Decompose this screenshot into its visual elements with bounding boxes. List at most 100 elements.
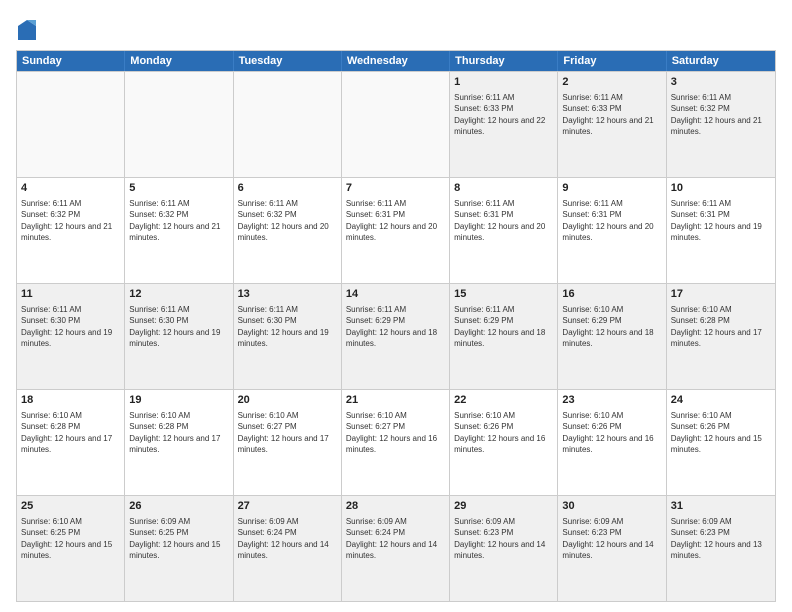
day-number: 23 <box>562 393 661 408</box>
header-tuesday: Tuesday <box>234 51 342 71</box>
day-number: 10 <box>671 181 771 196</box>
day-number: 15 <box>454 287 553 302</box>
cell-info: Sunrise: 6:10 AMSunset: 6:26 PMDaylight:… <box>671 411 762 454</box>
day-number: 1 <box>454 75 553 90</box>
day-number: 28 <box>346 499 445 514</box>
day-number: 21 <box>346 393 445 408</box>
calendar-header: Sunday Monday Tuesday Wednesday Thursday… <box>17 51 775 71</box>
cal-cell-1-4: 8 Sunrise: 6:11 AMSunset: 6:31 PMDayligh… <box>450 178 558 283</box>
day-number: 20 <box>238 393 337 408</box>
cell-info: Sunrise: 6:10 AMSunset: 6:28 PMDaylight:… <box>129 411 220 454</box>
cal-cell-2-0: 11 Sunrise: 6:11 AMSunset: 6:30 PMDaylig… <box>17 284 125 389</box>
cal-cell-1-3: 7 Sunrise: 6:11 AMSunset: 6:31 PMDayligh… <box>342 178 450 283</box>
cell-info: Sunrise: 6:09 AMSunset: 6:23 PMDaylight:… <box>454 517 545 560</box>
cal-cell-0-1 <box>125 72 233 177</box>
cal-cell-4-0: 25 Sunrise: 6:10 AMSunset: 6:25 PMDaylig… <box>17 496 125 601</box>
cal-cell-2-1: 12 Sunrise: 6:11 AMSunset: 6:30 PMDaylig… <box>125 284 233 389</box>
cell-info: Sunrise: 6:10 AMSunset: 6:25 PMDaylight:… <box>21 517 112 560</box>
cell-info: Sunrise: 6:11 AMSunset: 6:32 PMDaylight:… <box>129 199 220 242</box>
cell-info: Sunrise: 6:10 AMSunset: 6:27 PMDaylight:… <box>346 411 437 454</box>
header-wednesday: Wednesday <box>342 51 450 71</box>
day-number: 13 <box>238 287 337 302</box>
cal-cell-3-2: 20 Sunrise: 6:10 AMSunset: 6:27 PMDaylig… <box>234 390 342 495</box>
cal-cell-4-4: 29 Sunrise: 6:09 AMSunset: 6:23 PMDaylig… <box>450 496 558 601</box>
cell-info: Sunrise: 6:11 AMSunset: 6:30 PMDaylight:… <box>238 305 329 348</box>
cal-cell-3-5: 23 Sunrise: 6:10 AMSunset: 6:26 PMDaylig… <box>558 390 666 495</box>
day-number: 27 <box>238 499 337 514</box>
logo <box>16 20 36 40</box>
header-saturday: Saturday <box>667 51 775 71</box>
day-number: 17 <box>671 287 771 302</box>
day-number: 9 <box>562 181 661 196</box>
week-row-0: 1 Sunrise: 6:11 AMSunset: 6:33 PMDayligh… <box>17 71 775 177</box>
header-monday: Monday <box>125 51 233 71</box>
cell-info: Sunrise: 6:09 AMSunset: 6:24 PMDaylight:… <box>238 517 329 560</box>
logo-icon <box>18 20 36 40</box>
day-number: 2 <box>562 75 661 90</box>
calendar-body: 1 Sunrise: 6:11 AMSunset: 6:33 PMDayligh… <box>17 71 775 601</box>
cal-cell-0-5: 2 Sunrise: 6:11 AMSunset: 6:33 PMDayligh… <box>558 72 666 177</box>
day-number: 16 <box>562 287 661 302</box>
cell-info: Sunrise: 6:11 AMSunset: 6:33 PMDaylight:… <box>562 93 653 136</box>
header-sunday: Sunday <box>17 51 125 71</box>
cell-info: Sunrise: 6:11 AMSunset: 6:31 PMDaylight:… <box>671 199 762 242</box>
cal-cell-3-4: 22 Sunrise: 6:10 AMSunset: 6:26 PMDaylig… <box>450 390 558 495</box>
cal-cell-2-2: 13 Sunrise: 6:11 AMSunset: 6:30 PMDaylig… <box>234 284 342 389</box>
cell-info: Sunrise: 6:09 AMSunset: 6:24 PMDaylight:… <box>346 517 437 560</box>
cal-cell-2-4: 15 Sunrise: 6:11 AMSunset: 6:29 PMDaylig… <box>450 284 558 389</box>
cal-cell-0-2 <box>234 72 342 177</box>
cell-info: Sunrise: 6:11 AMSunset: 6:32 PMDaylight:… <box>238 199 329 242</box>
cal-cell-3-3: 21 Sunrise: 6:10 AMSunset: 6:27 PMDaylig… <box>342 390 450 495</box>
header <box>16 16 776 40</box>
cell-info: Sunrise: 6:10 AMSunset: 6:27 PMDaylight:… <box>238 411 329 454</box>
day-number: 25 <box>21 499 120 514</box>
day-number: 3 <box>671 75 771 90</box>
cal-cell-3-1: 19 Sunrise: 6:10 AMSunset: 6:28 PMDaylig… <box>125 390 233 495</box>
cell-info: Sunrise: 6:11 AMSunset: 6:32 PMDaylight:… <box>671 93 762 136</box>
cal-cell-2-3: 14 Sunrise: 6:11 AMSunset: 6:29 PMDaylig… <box>342 284 450 389</box>
header-thursday: Thursday <box>450 51 558 71</box>
cell-info: Sunrise: 6:10 AMSunset: 6:26 PMDaylight:… <box>454 411 545 454</box>
cell-info: Sunrise: 6:11 AMSunset: 6:29 PMDaylight:… <box>454 305 545 348</box>
day-number: 5 <box>129 181 228 196</box>
day-number: 24 <box>671 393 771 408</box>
cal-cell-0-0 <box>17 72 125 177</box>
cell-info: Sunrise: 6:11 AMSunset: 6:31 PMDaylight:… <box>346 199 437 242</box>
week-row-3: 18 Sunrise: 6:10 AMSunset: 6:28 PMDaylig… <box>17 389 775 495</box>
cell-info: Sunrise: 6:10 AMSunset: 6:28 PMDaylight:… <box>671 305 762 348</box>
day-number: 22 <box>454 393 553 408</box>
cell-info: Sunrise: 6:11 AMSunset: 6:30 PMDaylight:… <box>129 305 220 348</box>
week-row-1: 4 Sunrise: 6:11 AMSunset: 6:32 PMDayligh… <box>17 177 775 283</box>
week-row-4: 25 Sunrise: 6:10 AMSunset: 6:25 PMDaylig… <box>17 495 775 601</box>
day-number: 19 <box>129 393 228 408</box>
cell-info: Sunrise: 6:11 AMSunset: 6:33 PMDaylight:… <box>454 93 545 136</box>
cal-cell-4-6: 31 Sunrise: 6:09 AMSunset: 6:23 PMDaylig… <box>667 496 775 601</box>
day-number: 26 <box>129 499 228 514</box>
cell-info: Sunrise: 6:11 AMSunset: 6:29 PMDaylight:… <box>346 305 437 348</box>
cal-cell-1-0: 4 Sunrise: 6:11 AMSunset: 6:32 PMDayligh… <box>17 178 125 283</box>
cal-cell-0-4: 1 Sunrise: 6:11 AMSunset: 6:33 PMDayligh… <box>450 72 558 177</box>
cell-info: Sunrise: 6:10 AMSunset: 6:26 PMDaylight:… <box>562 411 653 454</box>
calendar: Sunday Monday Tuesday Wednesday Thursday… <box>16 50 776 602</box>
cal-cell-1-6: 10 Sunrise: 6:11 AMSunset: 6:31 PMDaylig… <box>667 178 775 283</box>
cal-cell-0-3 <box>342 72 450 177</box>
cell-info: Sunrise: 6:09 AMSunset: 6:25 PMDaylight:… <box>129 517 220 560</box>
cal-cell-3-6: 24 Sunrise: 6:10 AMSunset: 6:26 PMDaylig… <box>667 390 775 495</box>
day-number: 12 <box>129 287 228 302</box>
page: Sunday Monday Tuesday Wednesday Thursday… <box>0 0 792 612</box>
cal-cell-2-6: 17 Sunrise: 6:10 AMSunset: 6:28 PMDaylig… <box>667 284 775 389</box>
cal-cell-0-6: 3 Sunrise: 6:11 AMSunset: 6:32 PMDayligh… <box>667 72 775 177</box>
day-number: 14 <box>346 287 445 302</box>
day-number: 7 <box>346 181 445 196</box>
cal-cell-1-2: 6 Sunrise: 6:11 AMSunset: 6:32 PMDayligh… <box>234 178 342 283</box>
cal-cell-4-5: 30 Sunrise: 6:09 AMSunset: 6:23 PMDaylig… <box>558 496 666 601</box>
day-number: 29 <box>454 499 553 514</box>
cal-cell-1-1: 5 Sunrise: 6:11 AMSunset: 6:32 PMDayligh… <box>125 178 233 283</box>
day-number: 30 <box>562 499 661 514</box>
cal-cell-3-0: 18 Sunrise: 6:10 AMSunset: 6:28 PMDaylig… <box>17 390 125 495</box>
cal-cell-1-5: 9 Sunrise: 6:11 AMSunset: 6:31 PMDayligh… <box>558 178 666 283</box>
cal-cell-4-3: 28 Sunrise: 6:09 AMSunset: 6:24 PMDaylig… <box>342 496 450 601</box>
cell-info: Sunrise: 6:09 AMSunset: 6:23 PMDaylight:… <box>562 517 653 560</box>
cell-info: Sunrise: 6:11 AMSunset: 6:31 PMDaylight:… <box>454 199 545 242</box>
cal-cell-2-5: 16 Sunrise: 6:10 AMSunset: 6:29 PMDaylig… <box>558 284 666 389</box>
